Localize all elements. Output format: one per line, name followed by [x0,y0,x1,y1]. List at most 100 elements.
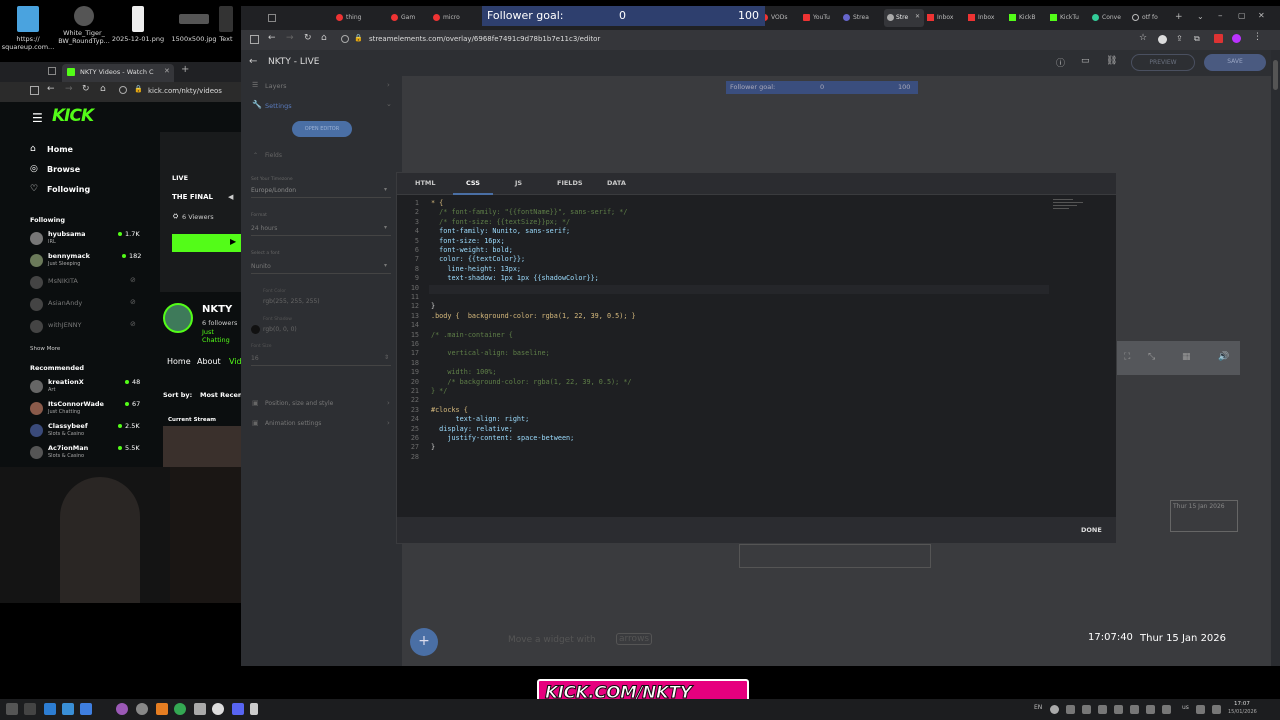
done-button[interactable]: DONE [1081,526,1102,534]
tab-inbox-2[interactable]: Inbox [968,10,1008,26]
timezone-select[interactable]: Europe/London ▾ [251,186,391,198]
back-arrow-icon[interactable]: ← [249,56,257,67]
tab-streamelements-active[interactable]: Stre ✕ [884,9,924,27]
folder-icon[interactable] [80,703,92,715]
tab-kickb[interactable]: KickB [1009,10,1049,26]
code-line[interactable]: text-shadow: 1px 1px {{shadowColor}}; [431,274,598,282]
network-icon[interactable] [1196,705,1205,714]
close-tab-icon[interactable]: ✕ [164,67,170,75]
kick-logo[interactable]: KICK [52,106,94,126]
channel-category[interactable]: Just Chatting [202,328,241,344]
code-line[interactable]: vertical-align: baseline; [431,349,549,357]
tray-icon[interactable] [1098,705,1107,714]
settings-section[interactable]: 🔧 Settings ⌄ [241,96,402,116]
monitor-icon[interactable]: ▭ [1081,56,1090,66]
file-manager-icon[interactable] [44,703,56,715]
code-line[interactable]: /* font-family: "{{fontName}}", sans-ser… [431,208,627,216]
tab-inbox[interactable]: Inbox [927,10,967,26]
app-icon[interactable] [250,703,258,715]
code-line[interactable]: } */ [431,387,447,395]
following-item[interactable]: MsNIKITA ⊘ [30,274,142,296]
language-indicator[interactable]: EN [1034,704,1042,711]
tab-youtube[interactable]: YouTu [803,10,843,26]
code-line[interactable]: /* .main-container { [431,331,513,339]
sort-select[interactable]: Most Recent [200,391,241,399]
tray-icon[interactable] [1114,705,1123,714]
color-swatch[interactable] [251,325,260,334]
chevron-up-icon[interactable]: ⌃ [253,152,258,159]
code-line[interactable]: #clocks { [431,406,468,414]
tray-icon[interactable] [1162,705,1171,714]
tray-icon[interactable] [1066,705,1075,714]
tab-micro[interactable]: micro [433,10,473,26]
show-more-link[interactable]: Show More [30,346,60,352]
discord-icon[interactable] [232,703,244,715]
share-icon[interactable]: ⇪ [1176,34,1183,43]
sidebar-toggle-icon[interactable] [30,86,39,95]
close-tab-icon[interactable]: ✕ [915,13,920,20]
nav-following[interactable]: ♡ Following [30,182,150,202]
nav-home[interactable]: ⌂ Home [30,142,150,162]
site-info-icon[interactable] [119,86,127,94]
extension-icon[interactable] [1158,35,1167,44]
kick-url-input[interactable]: kick.com/nkty/videos [148,87,222,95]
channel-avatar[interactable] [163,303,193,333]
bookmark-star-icon[interactable]: ☆ [1139,33,1147,43]
tab-stream[interactable]: Strea [843,10,883,26]
keyboard-layout-indicator[interactable]: us [1182,704,1189,711]
font-size-input[interactable]: 16 ⇕ [251,354,391,366]
tab-search-icon[interactable]: ⌄ [1197,12,1204,21]
tab-fields[interactable]: FIELDS [557,179,583,187]
stepper-icon[interactable]: ⇕ [384,354,389,361]
fullscreen-icon[interactable]: ⛶ [1124,352,1130,362]
code-line[interactable]: display: relative; [431,425,513,433]
pdf-extension-icon[interactable] [1214,34,1223,43]
font-select[interactable]: Nunito ▾ [251,262,391,274]
maximize-icon[interactable]: ▢ [1238,11,1246,20]
taskbar-date[interactable]: 15/01/2026 [1228,709,1257,715]
tab-list-icon[interactable] [268,14,276,22]
desktop-icon-link[interactable]: https:// squareup.com... [0,6,56,51]
code-line[interactable]: text-align: right; [431,415,530,423]
tab-about[interactable]: About [197,357,221,366]
reload-icon[interactable]: ↻ [304,33,312,43]
help-icon[interactable]: ⓘ [1056,56,1065,69]
kick-banner-widget-canvas[interactable] [739,544,931,568]
code-line[interactable]: /* background-color: rgba(1, 22, 39, 0.5… [431,378,631,386]
se-scrollbar[interactable] [1271,50,1280,666]
code-line[interactable]: /* font-size: {{textSize}}px; */ [431,218,570,226]
more-menu-icon[interactable]: ⋮ [1253,32,1262,42]
css-code-editor[interactable]: 1 * {2 /* font-family: "{{fontName}}", sa… [397,195,1118,519]
new-tab-icon[interactable]: + [1175,12,1183,22]
tab-html[interactable]: HTML [415,179,435,187]
position-size-style-section[interactable]: ▣ Position, size and style › [241,394,402,414]
format-select[interactable]: 24 hours ▾ [251,224,391,236]
code-line[interactable]: font-size: 16px; [431,237,505,245]
bluetooth-icon[interactable] [1130,705,1139,714]
current-stream-thumbnail[interactable] [163,426,241,467]
app-icon[interactable] [194,703,206,715]
obs-icon[interactable] [136,703,148,715]
code-line[interactable]: line-height: 13px; [431,265,521,273]
chrome-icon[interactable] [174,703,186,715]
code-line[interactable]: font-family: Nunito, sans-serif; [431,227,570,235]
code-minimap[interactable] [1053,197,1109,219]
following-item[interactable]: hyubsama IRL 1.7K [30,230,142,252]
volume-icon[interactable]: ◀ [228,193,233,201]
volume-icon[interactable] [1212,705,1221,714]
desktop-icon-tiger[interactable]: White_Tiger_ BW_RoundTyp... [56,6,112,45]
browser-icon[interactable] [116,703,128,715]
app-icon[interactable] [156,703,168,715]
nav-browse[interactable]: ◎ Browse [30,162,150,182]
code-line[interactable]: } [431,302,435,310]
tab-css[interactable]: CSS [466,179,480,187]
code-line[interactable]: font-weight: bold; [431,246,513,254]
font-shadow-input[interactable]: rgb(0, 0, 0) [263,326,297,333]
tab-home[interactable]: Home [167,357,191,366]
recommended-item[interactable]: Classybeef Slots & Casino 2.5K [30,422,142,444]
desktop-icon-png[interactable]: 2025-12-01.png [110,6,166,43]
tray-icon[interactable] [1146,705,1155,714]
clock-widget-mini[interactable]: Thur 15 Jan 2026 [1170,500,1238,532]
home-icon[interactable]: ⌂ [100,84,106,94]
tab-list-icon[interactable] [48,67,56,75]
